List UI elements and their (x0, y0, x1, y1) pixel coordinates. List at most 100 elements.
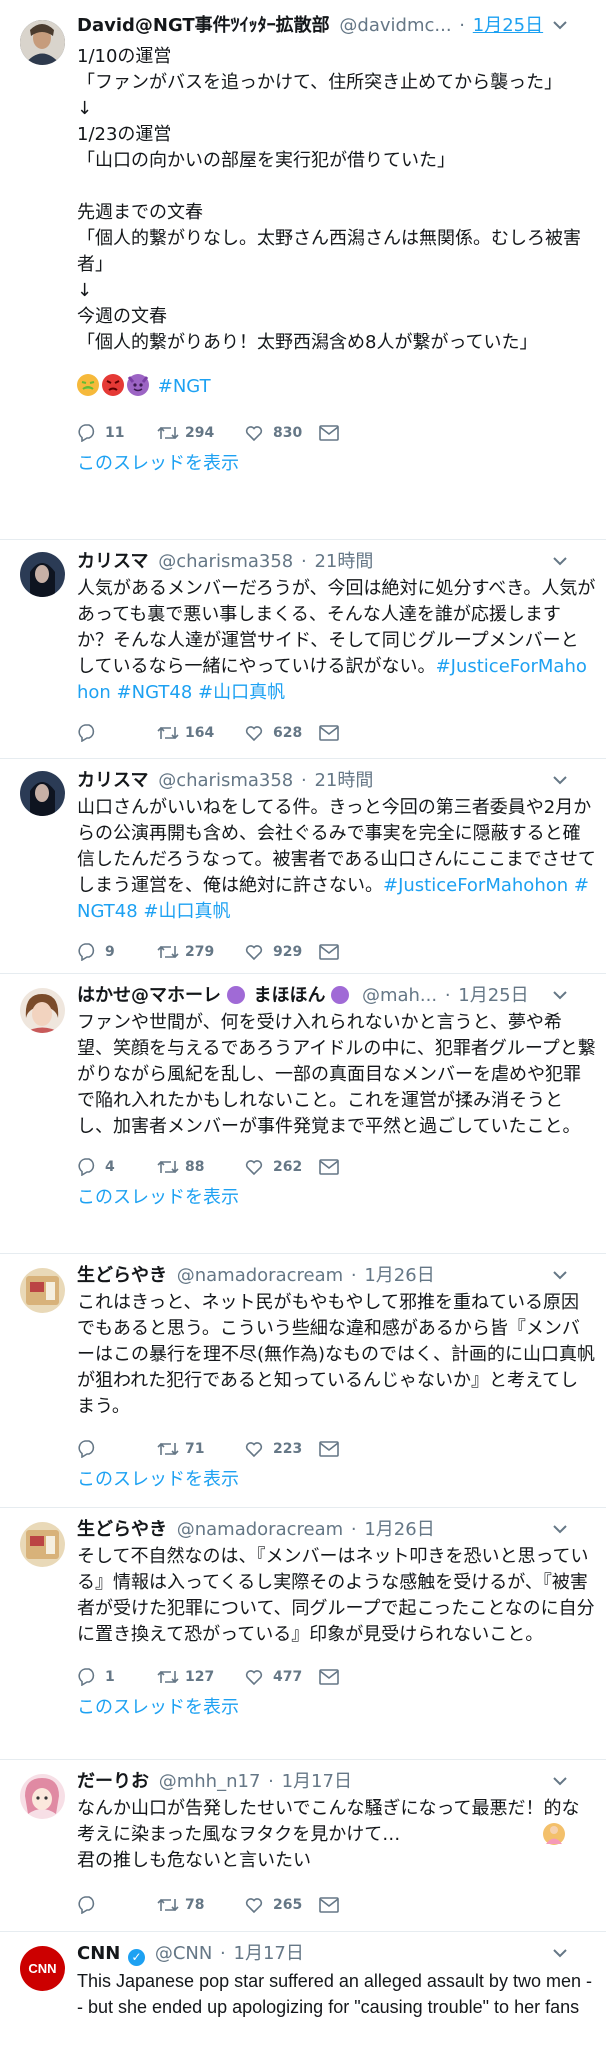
reply-count: 1 (105, 1669, 115, 1685)
tweet-time[interactable]: 1月26日 (364, 1519, 434, 1540)
tweet-header: David@NGT事件ﾂｲｯﾀｰ拡散部 @davidmc... · 1月25日 (77, 12, 596, 40)
reply-count: 9 (105, 944, 115, 960)
retweet-count: 294 (185, 425, 215, 441)
tweet[interactable]: カリスマ @charisma358 · 21時間 山口さんがいいねをしてる件。き… (0, 759, 606, 974)
tweet[interactable]: はかせ@マホーレ まほほん @mah... · 1月25日 ファンや世間が、何を… (0, 974, 606, 1254)
retweet-count: 279 (185, 944, 215, 960)
avatar[interactable] (20, 988, 65, 1033)
author-handle[interactable]: @namadoracream (177, 1265, 343, 1286)
tired-face-emoji-icon (77, 374, 99, 396)
show-thread-link[interactable]: このスレッドを表示 (77, 1468, 596, 1492)
author-name-suffix[interactable]: まほほん (253, 985, 325, 1006)
like-count: 628 (273, 725, 303, 741)
tweet-text: これはきっと、ネット民がもやもやして邪推を重ねている原因でもあると思う。こういう… (77, 1292, 596, 1417)
tweet[interactable]: だーりお @mhh_n17 · 1月17日 なんか山口が告発したせいでこんな騒ぎ… (0, 1760, 606, 1932)
like-count: 262 (273, 1159, 303, 1175)
emoji-hashtag-line: #NGT (77, 374, 596, 400)
tweet-text: なんか山口が告発したせいでこんな騒ぎになって最悪だ！的な考えに染まった風なヲタク… (77, 1798, 580, 1871)
avatar[interactable] (20, 552, 65, 597)
reply-count: 4 (105, 1159, 115, 1175)
chevron-down-icon[interactable] (550, 767, 570, 795)
author-handle[interactable]: @CNN (155, 1943, 213, 1964)
cnn-logo-text: CNN (28, 1961, 57, 1976)
like-count: 477 (273, 1669, 303, 1685)
tweet-actions: 71 223 (77, 1436, 497, 1462)
tweet-time[interactable]: 21時間 (314, 770, 373, 791)
retweet-count: 127 (185, 1669, 215, 1685)
author-name[interactable]: カリスマ (77, 770, 148, 791)
author-handle[interactable]: @davidmc... (339, 15, 451, 36)
like-count: 929 (273, 944, 303, 960)
chevron-down-icon[interactable] (550, 1940, 570, 1968)
chevron-down-icon[interactable] (550, 982, 570, 1010)
author-name[interactable]: 生どらやき (77, 1519, 167, 1540)
chevron-down-icon[interactable] (550, 548, 570, 576)
author-name[interactable]: だーりお (77, 1771, 149, 1792)
author-handle[interactable]: @charisma358 (158, 551, 293, 572)
author-name[interactable]: カリスマ (77, 551, 148, 572)
tweet[interactable]: 生どらやき @namadoracream · 1月26日 これはきっと、ネット民… (0, 1254, 606, 1508)
tweet[interactable]: CNN CNN ✓ @CNN · 1月17日 This Japanese pop… (0, 1932, 606, 2061)
chevron-down-icon[interactable] (550, 1516, 570, 1544)
tweet-text: ファンや世間が、何を受け入れられないかと言うと、夢や希望、笑顔を与えるであろうア… (77, 1012, 596, 1137)
avatar[interactable] (20, 771, 65, 816)
author-handle[interactable]: @mhh_n17 (159, 1771, 261, 1792)
angry-face-emoji-icon (102, 374, 124, 396)
retweet-count: 71 (185, 1441, 205, 1457)
author-name[interactable]: CNN (77, 1943, 120, 1964)
avatar[interactable] (20, 1268, 65, 1313)
tweet-actions: 11 294 830 (77, 420, 497, 446)
tweet-header: カリスマ @charisma358 · 21時間 (77, 548, 596, 576)
tweet-time[interactable]: 1月25日 (458, 985, 528, 1006)
show-thread-link[interactable]: このスレッドを表示 (77, 452, 596, 476)
avatar[interactable]: CNN (20, 1946, 65, 1991)
tweet-actions: 1 127 477 (77, 1664, 497, 1690)
tweet-time[interactable]: 1月26日 (364, 1265, 434, 1286)
tweet-header: カリスマ @charisma358 · 21時間 (77, 767, 596, 795)
avatar[interactable] (20, 20, 65, 65)
chevron-down-icon[interactable] (550, 12, 570, 40)
tweet-actions: 164 628 (77, 720, 497, 746)
avatar[interactable] (20, 1522, 65, 1567)
like-count: 223 (273, 1441, 303, 1457)
like-count: 830 (273, 425, 303, 441)
tweet[interactable]: カリスマ @charisma358 · 21時間 人気があるメンバーだろうが、今… (0, 540, 606, 759)
imp-emoji-icon (127, 374, 149, 396)
tweet-time[interactable]: 1月25日 (473, 15, 543, 36)
tweet-header: CNN ✓ @CNN · 1月17日 (77, 1940, 596, 1968)
crystal-ball-emoji-icon (331, 986, 350, 1004)
author-name[interactable]: 生どらやき (77, 1265, 167, 1286)
tweet-header: だーりお @mhh_n17 · 1月17日 (77, 1768, 596, 1796)
author-handle[interactable]: @namadoracream (177, 1519, 343, 1540)
author-handle[interactable]: @mah... (362, 985, 437, 1006)
retweet-count: 164 (185, 725, 215, 741)
tweet-time[interactable]: 1月17日 (282, 1771, 352, 1792)
retweet-count: 78 (185, 1897, 205, 1913)
reply-count: 11 (105, 425, 125, 441)
avatar[interactable] (20, 1774, 65, 1819)
tweet[interactable]: 生どらやき @namadoracream · 1月26日 そして不自然なのは、『… (0, 1508, 606, 1760)
tweet-time[interactable]: 1月17日 (234, 1943, 304, 1964)
show-thread-link[interactable]: このスレッドを表示 (77, 1696, 596, 1720)
tweet-actions: 9 279 929 (77, 939, 497, 965)
tweet-text: This Japanese pop star suffered an alleg… (77, 1971, 592, 2017)
author-name[interactable]: David@NGT事件ﾂｲｯﾀｰ拡散部 (77, 15, 330, 36)
person-shrugging-emoji-icon (543, 1823, 565, 1845)
chevron-down-icon[interactable] (550, 1262, 570, 1290)
timeline-feed: David@NGT事件ﾂｲｯﾀｰ拡散部 @davidmc... · 1月25日 … (0, 0, 606, 2061)
crystal-ball-emoji-icon (226, 986, 245, 1004)
tweet-header: 生どらやき @namadoracream · 1月26日 (77, 1262, 596, 1290)
tweet-actions: 78 265 (77, 1892, 497, 1918)
tweet-header: はかせ@マホーレ まほほん @mah... · 1月25日 (77, 982, 596, 1010)
like-count: 265 (273, 1897, 303, 1913)
author-name[interactable]: はかせ@マホーレ (77, 985, 221, 1006)
author-handle[interactable]: @charisma358 (158, 770, 293, 791)
tweet-text: 1/10の運営 「ファンがバスを追っかけて、住所突き止めてから襲った」 ↓ 1/… (77, 46, 581, 353)
tweet-time[interactable]: 21時間 (314, 551, 373, 572)
hashtag-link[interactable]: #NGT (158, 376, 211, 397)
show-thread-link[interactable]: このスレッドを表示 (77, 1186, 596, 1210)
tweet-text: そして不自然なのは、『メンバーはネット叩きを恐いと思っている』情報は入ってくるし… (77, 1546, 595, 1645)
tweet[interactable]: David@NGT事件ﾂｲｯﾀｰ拡散部 @davidmc... · 1月25日 … (0, 0, 606, 540)
chevron-down-icon[interactable] (550, 1768, 570, 1796)
tweet-header: 生どらやき @namadoracream · 1月26日 (77, 1516, 596, 1544)
